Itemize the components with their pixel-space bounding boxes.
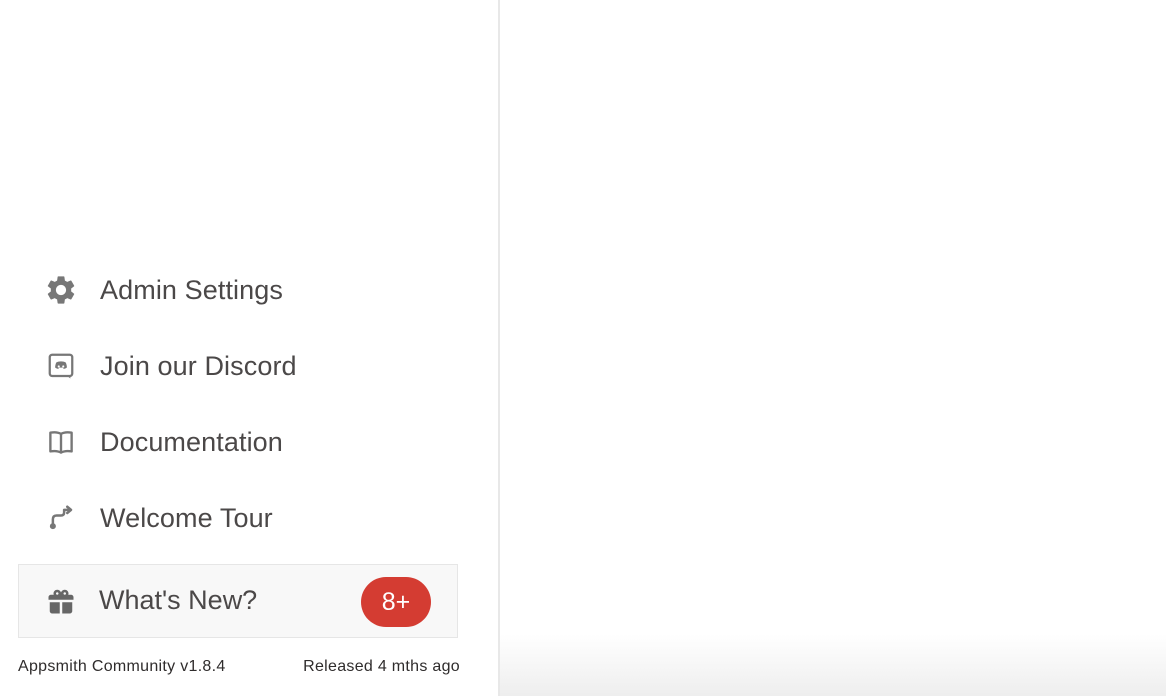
join-discord-menu-item[interactable]: Join our Discord [0, 328, 498, 404]
admin-settings-label: Admin Settings [100, 274, 283, 305]
join-discord-label: Join our Discord [100, 350, 297, 381]
app-window: Admin Settings Join our Discord Document… [0, 0, 1166, 696]
bottom-fade-overlay [500, 634, 1166, 696]
book-icon [44, 425, 78, 459]
version-text: Appsmith Community v1.8.4 [18, 658, 226, 675]
welcome-tour-label: Welcome Tour [100, 502, 273, 533]
version-footer: Appsmith Community v1.8.4 Released 4 mth… [18, 656, 460, 680]
main-content-area [500, 0, 1166, 696]
sidebar: Admin Settings Join our Discord Document… [0, 0, 500, 696]
notification-count-badge: 8+ [361, 577, 431, 627]
route-icon [44, 501, 78, 535]
whats-new-label: What's New? [99, 585, 258, 615]
sidebar-menu: Admin Settings Join our Discord Document… [0, 252, 498, 556]
documentation-menu-item[interactable]: Documentation [0, 404, 498, 480]
release-date-text: Released 4 mths ago [303, 658, 460, 675]
documentation-label: Documentation [100, 426, 283, 457]
gear-icon [44, 273, 78, 307]
gift-icon [45, 585, 77, 617]
discord-icon [44, 349, 78, 383]
whats-new-button[interactable]: What's New? 8+ [18, 564, 458, 638]
admin-settings-menu-item[interactable]: Admin Settings [0, 252, 498, 328]
welcome-tour-menu-item[interactable]: Welcome Tour [0, 480, 498, 556]
